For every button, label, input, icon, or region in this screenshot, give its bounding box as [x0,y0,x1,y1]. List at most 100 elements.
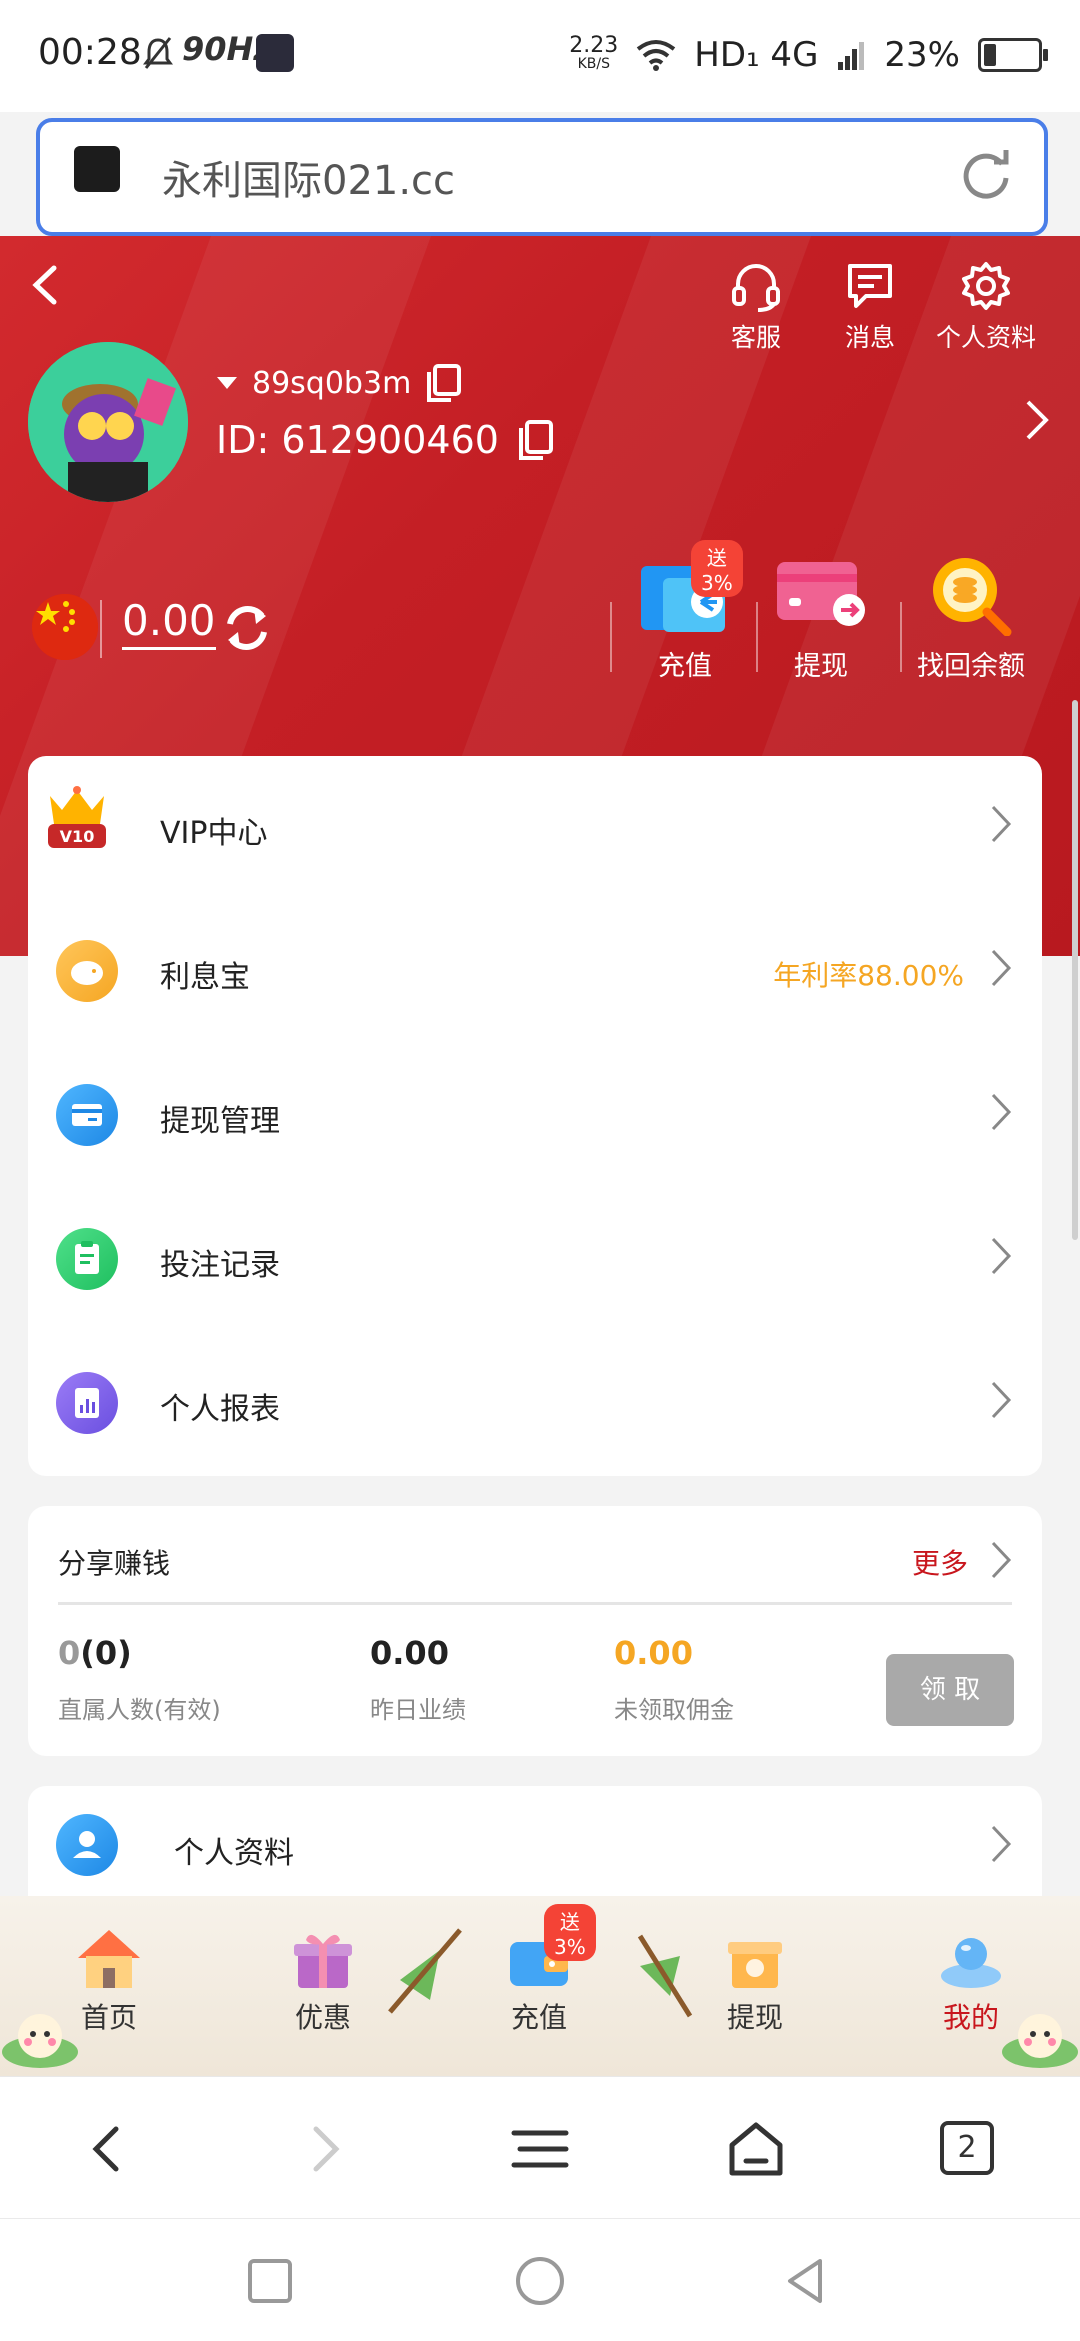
chevron-right-icon [991,1825,1012,1863]
nav-withdraw[interactable]: 提现 [690,1926,820,2036]
avatar-image [28,342,188,502]
caret-down-icon[interactable] [216,376,238,390]
browser-menu-icon[interactable] [508,2117,572,2181]
share-title: 分享赚钱 [58,1547,171,1580]
status-right: 2.23 KB/S HD₁ 4G 23% [569,30,1048,80]
recharge-button[interactable]: 送3% 充值 [620,540,750,683]
profile-row-label: 个人资料 [174,1836,294,1871]
chevron-right-icon [991,1237,1012,1275]
messages-button[interactable]: 消息 [810,260,930,354]
profile-settings-label: 个人资料 [935,323,1036,352]
customer-service-button[interactable]: 客服 [696,260,816,354]
avatar[interactable] [28,342,188,502]
site-favicon [74,146,120,192]
nav-home[interactable]: 首页 [44,1926,174,2036]
nav-promotions[interactable]: 优惠 [258,1926,388,2036]
card-icon [775,554,867,636]
signal-icon [838,42,865,70]
battery-icon [978,38,1048,72]
status-bar: 00:28 90Hz 2.23 KB/S HD₁ 4G 23% [0,0,1080,112]
messages-label: 消息 [844,323,895,352]
wifi-icon [637,40,676,71]
nav-withdraw-label: 提现 [726,2001,783,2034]
menu-label: 投注记录 [160,1248,280,1283]
recover-balance-label: 找回余额 [917,651,1025,682]
system-navigation [0,2218,1080,2341]
recharge-label: 充值 [658,651,712,682]
menu-card: V10 VIP中心 利息宝 年利率88.00% 提现管理 投注记录 个人报表 [28,756,1042,1476]
browser-back-icon[interactable] [76,2117,140,2181]
back-arrow-icon[interactable] [26,262,66,308]
menu-label: VIP中心 [160,816,268,851]
withdraw-button[interactable]: 提现 [756,554,886,683]
nav-mine[interactable]: 我的 [906,1926,1036,2036]
balance-divider [100,600,102,658]
browser-toolbar: 2 [0,2076,1080,2219]
chevron-right-icon [991,1093,1012,1131]
url-bar[interactable]: 永利国际021.cc [36,118,1048,236]
nav-home-label: 首页 [80,2001,137,2034]
nav-recharge[interactable]: 送3% 充值 [474,1904,604,2036]
nav-recharge-label: 充值 [510,2001,567,2034]
gift-icon [288,1926,358,1992]
url-text[interactable]: 永利国际021.cc [162,148,455,206]
user-bubble-icon [936,1926,1006,1992]
copy-icon[interactable] [425,364,462,402]
nav-mine-label: 我的 [942,2001,999,2034]
menu-item-withdraw-manage[interactable]: 提现管理 [28,1044,1042,1188]
reload-icon[interactable] [956,146,1016,206]
menu-item-interest[interactable]: 利息宝 年利率88.00% [28,900,1042,1044]
withdraw-gift-icon [720,1926,790,1992]
recents-square-icon[interactable] [244,2255,296,2307]
copy-id-icon[interactable] [517,420,553,460]
fund-divider [610,602,612,672]
home-circle-icon[interactable] [514,2255,566,2307]
shield-app-icon [256,34,294,72]
silent-bell-icon [143,37,173,69]
user-icon [56,1814,118,1876]
china-flag-icon [32,594,98,660]
menu-item-personal-report[interactable]: 个人报表 [28,1332,1042,1476]
house-icon [74,1926,144,1992]
refresh-balance-icon[interactable] [222,602,272,654]
menu-label: 提现管理 [160,1104,280,1139]
menu-label: 个人报表 [160,1392,280,1427]
back-triangle-icon[interactable] [780,2255,832,2307]
yesterday-performance-value: 0.00 [370,1634,449,1672]
page-scrollbar[interactable] [1072,700,1078,1240]
chevron-right-icon[interactable] [990,1540,1012,1580]
recharge-wallet-icon: 送3% [504,1904,596,1992]
chevron-right-icon [991,805,1012,843]
clipboard-icon [56,1228,118,1290]
menu-item-vip[interactable]: V10 VIP中心 [28,756,1042,900]
headset-icon [732,264,780,312]
gear-icon [962,262,1010,310]
network-type: HD₁ 4G [694,35,819,75]
claim-button[interactable]: 领 取 [886,1654,1014,1726]
profile-row[interactable]: 个人资料 [28,1786,1042,1896]
direct-members-label: 直属人数(有效) [58,1696,221,1724]
unclaimed-commission-value: 0.00 [614,1634,693,1672]
profile-settings-button[interactable]: 个人资料 [926,260,1046,354]
balance-amount: 0.00 [122,596,216,650]
chevron-right-icon [991,1381,1012,1419]
tabs-button[interactable]: 2 [940,2121,994,2175]
report-icon [56,1372,118,1434]
share-earn-card: 分享赚钱 更多 0(0) 直属人数(有效) 0.00 昨日业绩 0.00 未领取… [28,1506,1042,1756]
piggy-bank-icon [56,940,118,1002]
menu-item-bet-records[interactable]: 投注记录 [28,1188,1042,1332]
nav-recharge-badge: 送3% [544,1904,596,1961]
yesterday-performance-label: 昨日业绩 [370,1696,466,1724]
browser-home-icon[interactable] [724,2117,788,2181]
bottom-nav: 首页 优惠 送3% 充值 提现 我的 [0,1896,1080,2076]
zongzi-decoration-icon [388,1928,462,2014]
menu-label: 利息宝 [160,960,250,995]
profile-chevron-icon[interactable] [1024,398,1050,442]
recover-balance-button[interactable]: 找回余额 [906,554,1036,683]
browser-forward-icon[interactable] [292,2117,356,2181]
svg-text:V10: V10 [60,827,95,846]
direct-members-value: 0(0) [58,1634,132,1672]
coin-search-icon [925,554,1017,637]
user-id-row: ID: 612900460 [216,418,553,462]
share-more-link[interactable]: 更多 [912,1542,968,1582]
